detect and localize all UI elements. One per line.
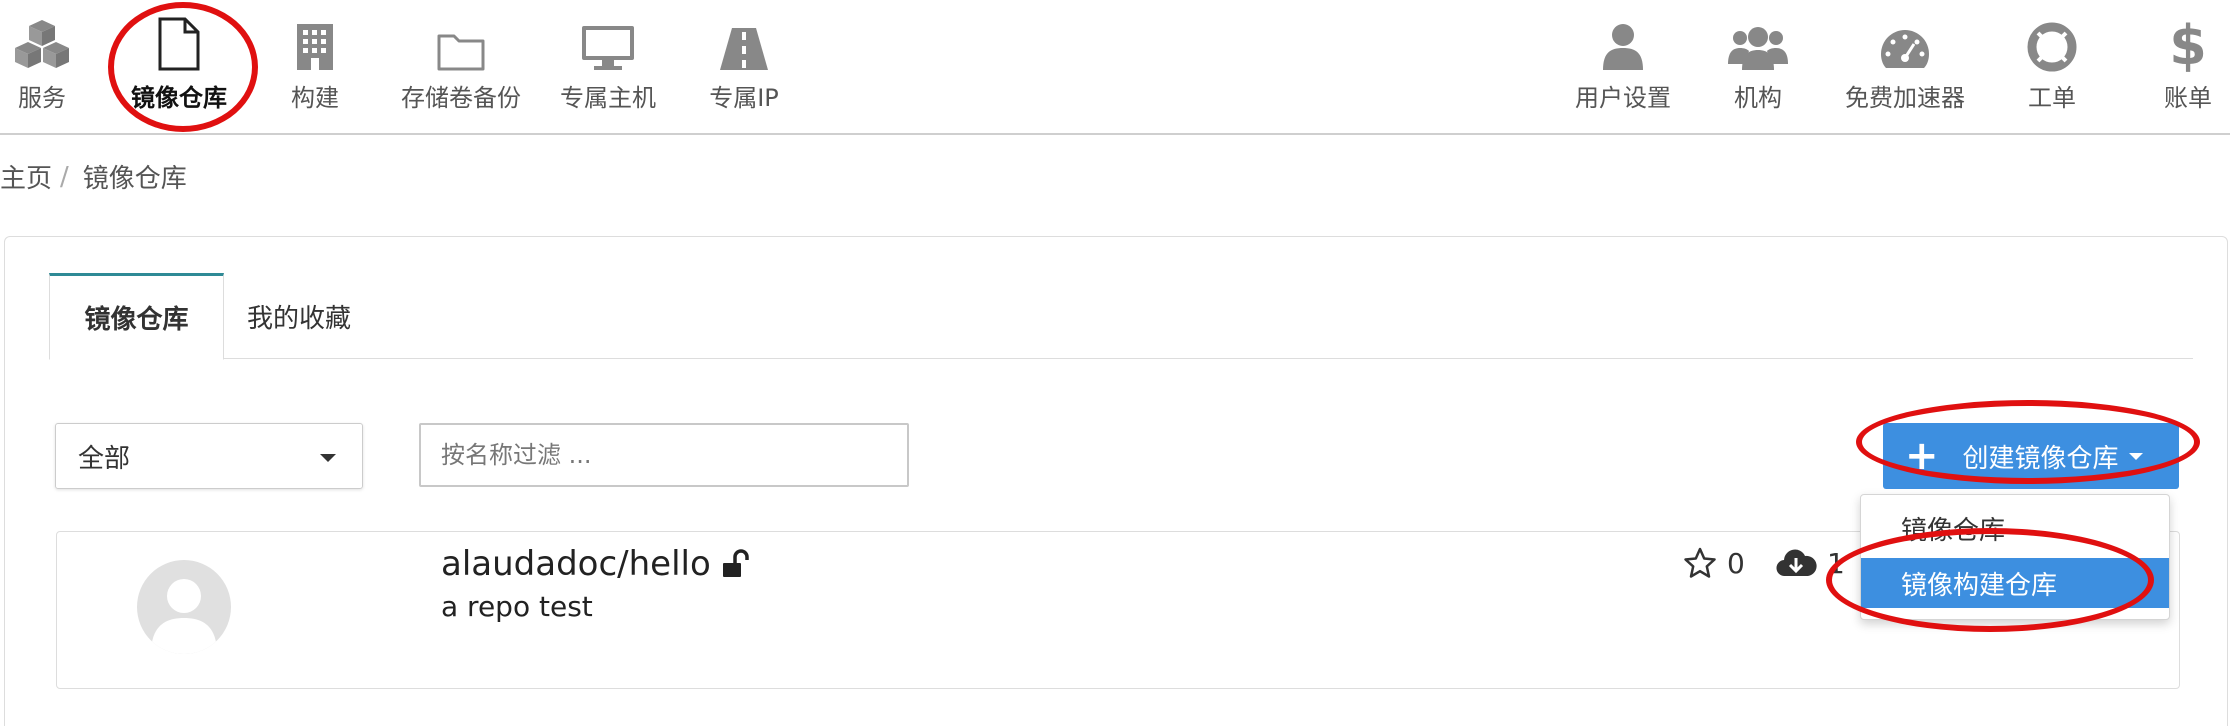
nav-label: 机构 <box>1734 84 1782 112</box>
building-icon <box>295 0 335 72</box>
road-icon <box>718 0 770 72</box>
nav-item-volume-backup[interactable]: 存储卷备份 <box>394 0 528 133</box>
create-repo-dropdown: 镜像仓库 镜像构建仓库 <box>1860 494 2170 620</box>
tab-image-repos[interactable]: 镜像仓库 <box>49 273 224 360</box>
nav-label: 存储卷备份 <box>401 84 521 112</box>
nav-label: 用户设置 <box>1575 84 1671 112</box>
menu-item-image-repo[interactable]: 镜像仓库 <box>1861 503 2169 553</box>
create-repo-label: 创建镜像仓库 <box>1962 443 2119 474</box>
nav-label: 账单 <box>2164 84 2212 112</box>
nav-label: 构建 <box>291 84 339 112</box>
repo-name-text: alaudadoc/hello <box>441 544 711 584</box>
select-value: 全部 <box>78 443 131 474</box>
top-navigation: 服务 镜像仓库 构建 存储卷备份 专属主机 专属IP 用户设置 机构 免费加速器… <box>0 0 2230 135</box>
nav-item-dedicated-host[interactable]: 专属主机 <box>556 0 660 133</box>
nav-label: 工单 <box>2028 84 2076 112</box>
dashboard-icon <box>1878 0 1932 72</box>
nav-item-image-repo[interactable]: 镜像仓库 <box>120 0 238 133</box>
star-count[interactable]: 0 <box>1683 546 1745 580</box>
caret-down-icon <box>320 454 336 462</box>
cloud-download-icon <box>1775 546 1817 580</box>
star-icon <box>1683 546 1717 580</box>
nav-label: 专属主机 <box>560 84 656 112</box>
svg-text:$: $ <box>2171 16 2205 72</box>
dollar-icon: $ <box>2171 0 2205 72</box>
nav-item-organization[interactable]: 机构 <box>1728 0 1788 133</box>
create-repo-button[interactable]: + 创建镜像仓库 <box>1883 423 2179 489</box>
user-icon <box>1601 0 1645 72</box>
tab-my-favorites[interactable]: 我的收藏 <box>224 273 374 359</box>
lifebuoy-icon <box>2027 0 2077 72</box>
users-icon <box>1728 0 1788 72</box>
nav-label: 服务 <box>18 84 66 112</box>
monitor-icon <box>580 0 636 72</box>
nav-item-build[interactable]: 构建 <box>278 0 352 133</box>
nav-item-dedicated-ip[interactable]: 专属IP <box>704 0 784 133</box>
folder-icon <box>436 0 486 72</box>
caret-down-icon <box>2128 452 2143 460</box>
star-count-value: 0 <box>1727 546 1745 580</box>
breadcrumb: 主页 / 镜像仓库 <box>0 158 187 195</box>
repo-name[interactable]: alaudadoc/hello <box>441 544 751 584</box>
menu-item-image-build-repo[interactable]: 镜像构建仓库 <box>1861 558 2169 608</box>
unlock-icon <box>721 549 751 579</box>
nav-label: 镜像仓库 <box>131 84 227 112</box>
nav-item-user-settings[interactable]: 用户设置 <box>1572 0 1674 133</box>
nav-item-billing[interactable]: $ 账单 <box>2158 0 2218 133</box>
nav-item-services[interactable]: 服务 <box>0 0 84 133</box>
breadcrumb-home[interactable]: 主页 <box>0 158 52 195</box>
repo-description: a repo test <box>441 590 593 623</box>
file-icon <box>157 0 201 72</box>
nav-item-accelerator[interactable]: 免费加速器 <box>1842 0 1968 133</box>
repository-panel: 镜像仓库 我的收藏 全部 + 创建镜像仓库 alaudadoc/hello a … <box>4 236 2228 726</box>
breadcrumb-current: 镜像仓库 <box>82 164 187 194</box>
pull-count: 1 <box>1775 546 1845 580</box>
avatar <box>137 560 231 654</box>
nav-label: 专属IP <box>709 84 779 112</box>
name-filter-input[interactable] <box>419 423 909 487</box>
cubes-icon <box>11 0 73 72</box>
repo-type-select[interactable]: 全部 <box>55 423 363 489</box>
nav-label: 免费加速器 <box>1845 84 1965 112</box>
nav-item-tickets[interactable]: 工单 <box>2022 0 2082 133</box>
pull-count-value: 1 <box>1827 546 1845 580</box>
tab-bar: 镜像仓库 我的收藏 <box>49 273 2193 360</box>
breadcrumb-separator: / <box>60 161 69 192</box>
plus-icon: + <box>1905 433 1939 479</box>
